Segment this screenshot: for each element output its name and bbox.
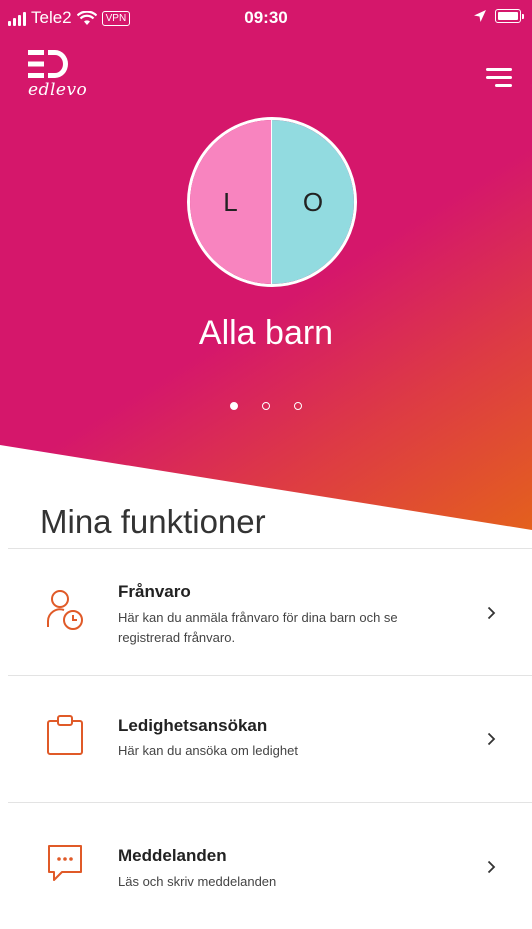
edlevo-logo: edlevo	[28, 50, 98, 100]
logo-wordmark: edlevo	[28, 80, 88, 100]
logo-mark-icon	[28, 50, 68, 78]
section-title: Mina funktioner	[40, 503, 266, 540]
menu-button[interactable]	[486, 68, 512, 88]
item-description: Här kan du ansöka om ledighet	[118, 743, 298, 758]
chevron-right-icon	[487, 606, 496, 620]
chevron-right-icon	[487, 732, 496, 746]
hero-title: Alla barn	[198, 314, 334, 352]
item-title: Ledighetsansökan	[118, 716, 268, 735]
children-avatar[interactable]: L O	[187, 117, 357, 287]
clipboard-icon	[47, 715, 83, 755]
page-dot[interactable]	[230, 402, 238, 410]
list-item-franvaro[interactable]: Frånvaro Här kan du anmäla frånvaro för …	[8, 548, 532, 675]
battery-icon	[495, 9, 521, 23]
clock: 09:30	[244, 8, 288, 27]
status-bar: Tele2 VPN 09:30	[0, 0, 532, 40]
list-item-meddelanden[interactable]: Meddelanden Läs och skriv meddelanden	[8, 802, 532, 929]
item-title: Meddelanden	[118, 846, 227, 865]
child-avatar-left: L	[190, 120, 272, 284]
functions-list: Frånvaro Här kan du anmäla frånvaro för …	[8, 548, 532, 929]
item-description: Läs och skriv meddelanden	[118, 874, 277, 889]
item-description: Här kan du anmäla frånvaro för dina barn…	[118, 610, 398, 645]
list-item-ledighetsansokan[interactable]: Ledighetsansökan Här kan du ansöka om le…	[8, 675, 532, 802]
person-clock-icon	[47, 590, 83, 630]
chat-bubble-icon	[48, 845, 82, 881]
page-indicator[interactable]	[0, 402, 532, 410]
location-arrow-icon	[474, 10, 486, 22]
page-dot[interactable]	[262, 402, 270, 410]
page-dot[interactable]	[294, 402, 302, 410]
chevron-right-icon	[487, 860, 496, 874]
child-avatar-right: O	[272, 120, 354, 284]
item-title: Frånvaro	[118, 582, 191, 601]
